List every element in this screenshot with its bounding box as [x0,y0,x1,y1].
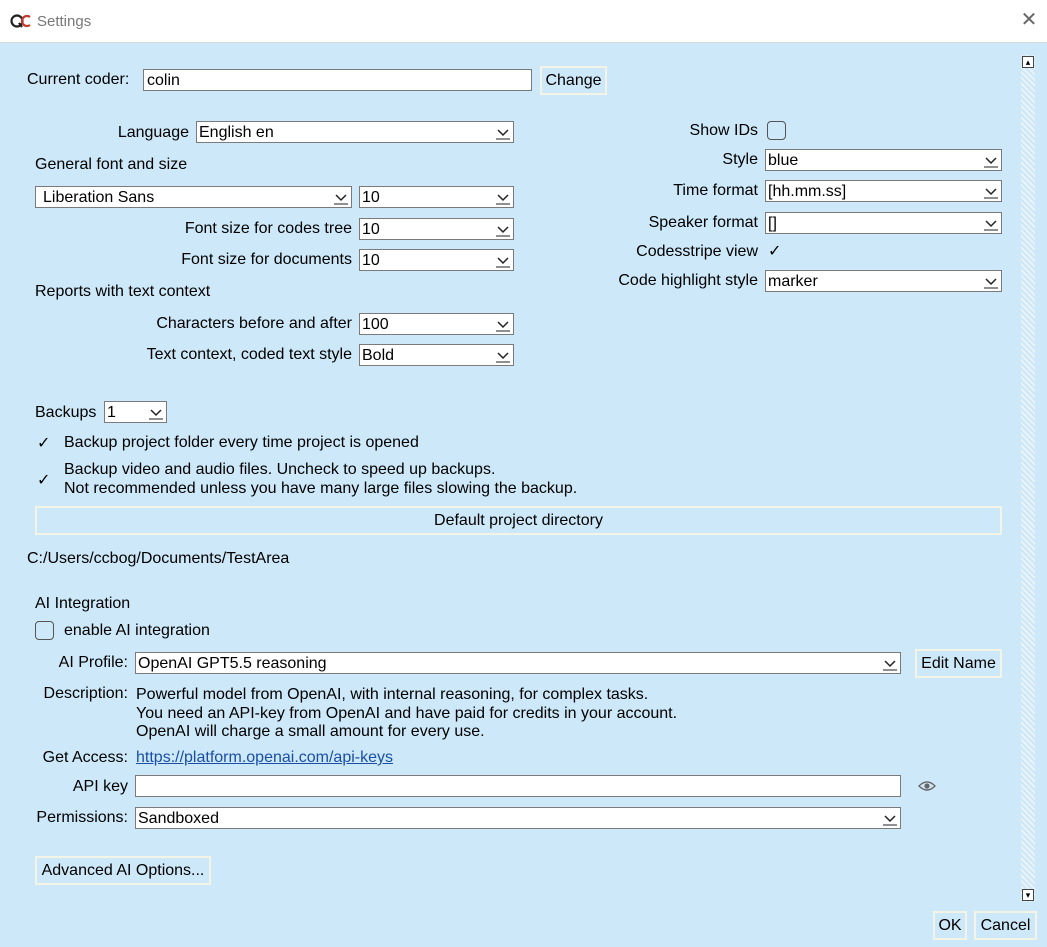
get-access-label: Get Access: [42,749,128,766]
project-directory-path: C:/Users/ccbog/Documents/TestArea [27,550,290,567]
speaker-format-select[interactable]: [] [765,212,1002,234]
change-coder-button[interactable]: Change [540,66,607,95]
show-ids-label: Show IDs [689,122,758,139]
vertical-scrollbar[interactable] [1021,55,1035,902]
enable-ai-label: enable AI integration [64,622,210,639]
scroll-down-button[interactable]: ▾ [1022,889,1034,901]
font-family-select[interactable]: Liberation Sans [35,186,352,208]
chevron-down-icon [495,252,511,268]
chevron-down-icon [495,221,511,237]
codes-tree-font-select[interactable]: 10 [359,218,514,240]
style-select[interactable]: blue [765,149,1002,171]
chevron-down-icon [333,189,349,205]
codes-tree-font-label: Font size for codes tree [184,220,352,237]
general-font-heading: General font and size [35,156,188,173]
current-coder-field[interactable]: colin [143,69,532,91]
ai-profile-label: AI Profile: [58,654,128,671]
documents-font-select[interactable]: 10 [359,249,514,271]
window-title: Settings [37,13,92,30]
language-label: Language [117,124,189,141]
description-line1: Powerful model from OpenAI, with interna… [136,686,649,703]
coded-text-style-label: Text context, coded text style [146,346,352,363]
style-label: Style [722,151,758,168]
title-bar [0,0,1047,43]
speaker-format-label: Speaker format [648,214,758,231]
backup-media-label-line2: Not recommended unless you have many lar… [64,480,578,497]
codestripe-view-label: Codesstripe view [636,243,758,260]
chevron-down-icon [148,404,164,420]
chevron-down-icon [495,189,511,205]
chevron-down-icon [495,347,511,363]
ai-profile-select[interactable]: OpenAI GPT5.5 reasoning [135,652,901,674]
chevron-down-icon [495,124,511,140]
show-ids-checkbox[interactable] [767,121,786,140]
close-icon[interactable]: ✕ [1018,9,1040,31]
language-select[interactable]: English en [196,121,514,143]
chevron-down-icon [983,215,999,231]
chevron-down-icon [882,655,898,671]
description-line3: OpenAI will charge a small amount for ev… [136,723,485,740]
backups-select[interactable]: 1 [104,401,167,423]
time-format-select[interactable]: [hh.mm.ss] [765,180,1002,202]
default-project-directory-button[interactable]: Default project directory [35,506,1002,535]
chevron-down-icon [495,316,511,332]
get-access-link[interactable]: https://platform.openai.com/api-keys [136,748,393,768]
chevron-down-icon [983,273,999,289]
qc-app-icon [10,12,32,30]
codestripe-view-checkmark-icon[interactable]: ✓ [768,244,781,260]
permissions-label: Permissions: [36,809,128,826]
cancel-button[interactable]: Cancel [974,911,1037,940]
eye-icon[interactable] [917,779,937,793]
api-key-field[interactable] [135,775,901,797]
current-coder-label: Current coder: [27,71,130,88]
coded-text-style-select[interactable]: Bold [359,344,514,366]
ai-integration-heading: AI Integration [35,595,131,612]
advanced-ai-options-button[interactable]: Advanced AI Options... [35,856,211,885]
backups-label: Backups [35,404,97,421]
documents-font-label: Font size for documents [181,251,352,268]
enable-ai-checkbox[interactable] [35,621,54,640]
backup-media-label-line1: Backup video and audio files. Uncheck to… [64,461,496,478]
description-label: Description: [43,685,128,702]
ok-button[interactable]: OK [933,911,967,940]
backup-folder-label: Backup project folder every time project… [64,434,419,451]
edit-name-button[interactable]: Edit Name [915,649,1002,678]
code-highlight-label: Code highlight style [618,272,758,289]
chevron-down-icon [983,152,999,168]
api-key-label: API key [72,778,128,795]
chevron-down-icon [882,810,898,826]
chars-before-after-select[interactable]: 100 [359,313,514,335]
permissions-select[interactable]: Sandboxed [135,807,901,829]
chars-before-after-label: Characters before and after [156,315,352,332]
description-line2: You need an API-key from OpenAI and have… [136,705,678,722]
reports-heading: Reports with text context [35,283,211,300]
code-highlight-select[interactable]: marker [765,270,1002,292]
backup-media-checkmark-icon[interactable]: ✓ [37,473,50,489]
time-format-label: Time format [673,182,758,199]
chevron-down-icon [983,183,999,199]
font-size-select[interactable]: 10 [359,186,514,208]
scroll-up-button[interactable]: ▴ [1022,56,1034,68]
backup-folder-checkmark-icon[interactable]: ✓ [37,436,50,452]
